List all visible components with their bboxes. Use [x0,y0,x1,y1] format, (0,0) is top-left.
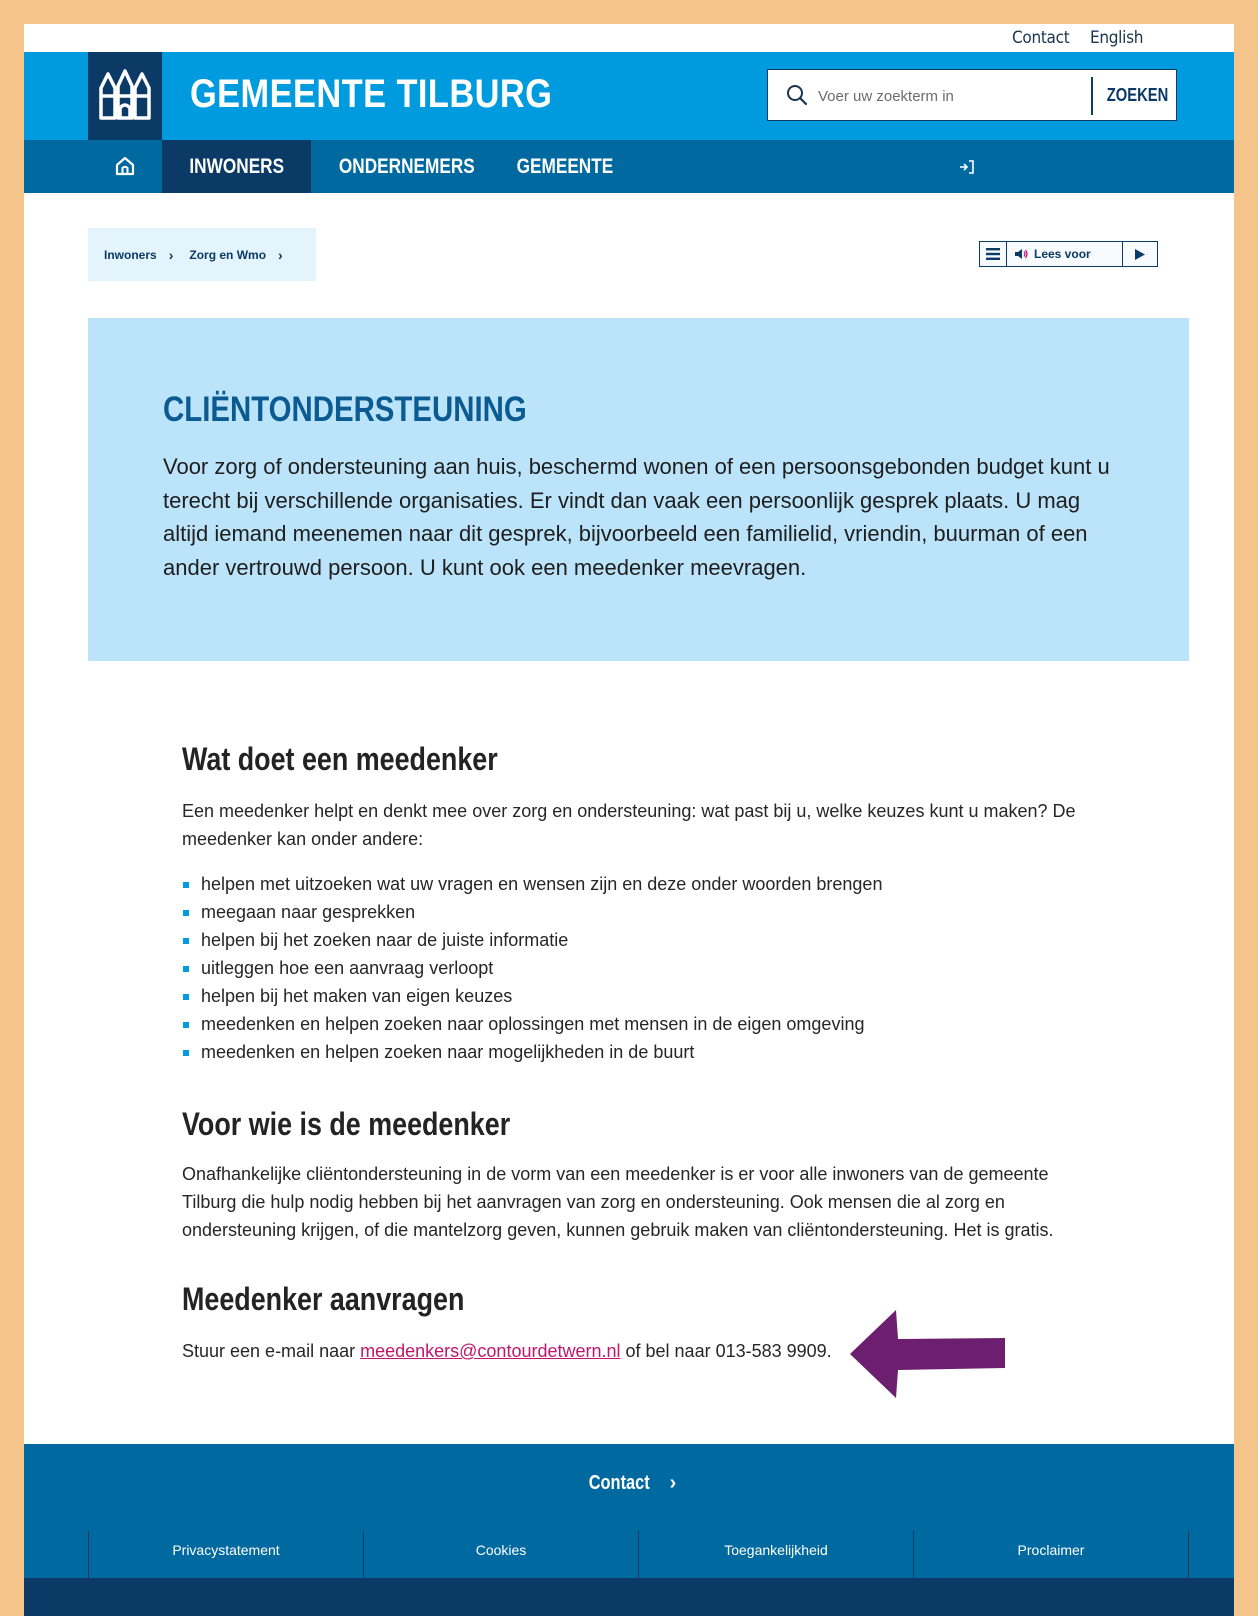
list-item: helpen bij het maken van eigen keuzes [182,982,882,1010]
play-icon [1135,248,1145,260]
list-item: meedenken en helpen zoeken naar mogelijk… [182,1038,882,1066]
contact-text-after: of bel naar 013-583 9909. [620,1341,832,1361]
tilburg-castle-logo-icon [99,69,151,120]
site-footer: Contact › Privacystatement Cookies Toega… [24,1444,1234,1578]
footer-link-privacystatement[interactable]: Privacystatement [88,1531,363,1578]
search-divider [1091,77,1093,115]
list-item: uitleggen hoe een aanvraag verloopt [182,954,882,982]
menu-icon [986,248,1000,260]
search-button[interactable]: ZOEKEN [1094,70,1176,120]
breadcrumb: Inwoners › Zorg en Wmo › [88,228,316,281]
search-icon [787,85,808,106]
login-arrow-icon [960,160,974,174]
chevron-right-icon: › [669,1472,677,1494]
section-heading-aanvragen: Meedenker aanvragen [182,1281,465,1317]
chevron-right-icon: › [278,246,283,263]
read-aloud-label: Lees voor [1034,247,1091,261]
utility-english-link[interactable]: English [1090,28,1143,48]
task-list: helpen met uitzoeken wat uw vragen en we… [182,870,882,1066]
contact-text-before: Stuur een e-mail naar [182,1341,361,1361]
nav-mijn-gemeente[interactable]: MIJN GEMEENTE [959,140,1125,284]
utility-bar: Contact English [24,24,1234,52]
section-text-voor-wie: Onafhankelijke cliëntondersteuning in de… [182,1164,1054,1240]
read-aloud-menu-button[interactable] [980,242,1007,266]
search-bar: ZOEKEN [767,69,1177,121]
purple-arrow-icon [850,1310,1005,1398]
list-item: meedenken en helpen zoeken naar oplossin… [182,1010,882,1038]
footer-links: Privacystatement Cookies Toegankelijkhei… [88,1531,1189,1578]
page: Contact English GEMEENTE TILBURG Voer uw… [24,24,1234,1616]
list-item: meegaan naar gesprekken [182,898,882,926]
read-aloud-widget: Lees voor [979,241,1158,267]
footer-link-toegankelijkheid[interactable]: Toegankelijkheid [638,1531,913,1578]
nav-item-ondernemers[interactable]: ONDERNEMERS [324,140,475,193]
nav-item-inwoners[interactable]: INWONERS [162,140,311,193]
footer-link-proclaimer[interactable]: Proclaimer [913,1531,1189,1578]
speaker-icon [1015,249,1028,259]
intro-block: CLIËNTONDERSTEUNING Voor zorg of onderst… [88,318,1189,661]
footer-link-cookies[interactable]: Cookies [363,1531,638,1578]
breadcrumb-item-inwoners[interactable]: Inwoners [104,248,157,262]
nav-home[interactable] [88,140,162,193]
list-item: helpen met uitzoeken wat uw vragen en we… [182,870,882,898]
site-logo[interactable] [88,52,162,140]
page-title: CLIËNTONDERSTEUNING [163,390,527,429]
list-item: helpen bij het zoeken naar de juiste inf… [182,926,882,954]
footer-contact-link[interactable]: Contact › [24,1472,1234,1495]
search-input[interactable] [816,78,1080,114]
section-heading-wat-doet: Wat doet een meedenker [182,741,498,777]
nav-item-gemeente[interactable]: GEMEENTE [506,140,618,193]
section-text-wat-doet: Een meedenker helpt en denkt mee over zo… [182,801,1076,849]
read-aloud-button[interactable]: Lees voor [1007,242,1123,266]
breadcrumb-item-zorg-en-wmo[interactable]: Zorg en Wmo [189,248,266,262]
site-title[interactable]: GEMEENTE TILBURG [190,72,552,117]
sub-footer [24,1578,1234,1616]
chevron-right-icon: › [168,246,174,263]
read-aloud-play-button[interactable] [1123,242,1157,266]
home-icon [115,156,135,176]
email-link[interactable]: meedenkers@contourdetwern.nl [360,1341,620,1361]
search-button-label: ZOEKEN [1106,84,1169,105]
site-header: GEMEENTE TILBURG ZOEKEN [24,52,1234,140]
main-nav: INWONERS ONDERNEMERS GEMEENTE MIJN GEMEE… [24,140,1234,284]
utility-contact-link[interactable]: Contact [1012,28,1070,48]
intro-text: Voor zorg of ondersteuning aan huis, bes… [163,454,1110,580]
section-heading-voor-wie: Voor wie is de meedenker [182,1106,511,1142]
